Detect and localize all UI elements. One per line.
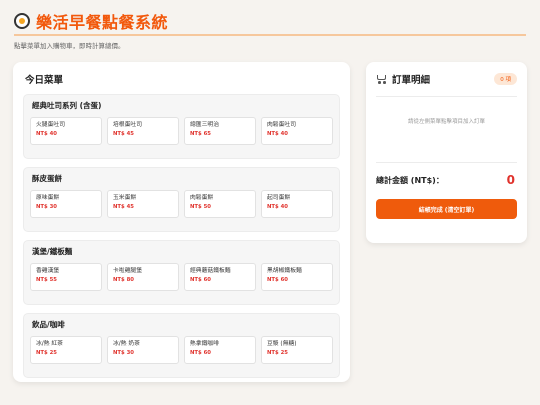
category-items: 原味蛋餅 NT$ 30 玉米蛋餅 NT$ 45 肉鬆蛋餅 NT$ 50 起司蛋餅… xyxy=(30,190,333,218)
menu-item-name: 冰/熱 紅茶 xyxy=(36,341,63,347)
menu-item-name: 黑胡椒鐵板麵 xyxy=(267,268,302,274)
menu-item[interactable]: 火腿蛋吐司 NT$ 40 xyxy=(30,117,102,145)
menu-item-name: 肉鬆蛋餅 xyxy=(190,195,214,201)
menu-item-name: 總匯三明治 xyxy=(190,122,219,128)
item-count-badge: 0 項 xyxy=(494,73,517,85)
menu-item-name: 熱拿鐵咖啡 xyxy=(190,341,219,347)
menu-item-price: NT$ 40 xyxy=(267,130,288,137)
menu-item[interactable]: 起司蛋餅 NT$ 40 xyxy=(261,190,333,218)
menu-item-price: NT$ 25 xyxy=(267,349,288,356)
total-value: 0 xyxy=(506,173,515,187)
title-row: 樂活早餐點餐系統 xyxy=(14,10,526,32)
order-title: 訂單明細 xyxy=(392,75,431,86)
page-header: 樂活早餐點餐系統 點擊菜單加入購物車，即時計算總價。 xyxy=(14,10,526,50)
order-title-wrap: 訂單明細 xyxy=(376,72,430,86)
app-title: 樂活早餐點餐系統 xyxy=(36,13,169,32)
menu-item-price: NT$ 60 xyxy=(190,349,211,356)
menu-item[interactable]: 總匯三明治 NT$ 65 xyxy=(184,117,256,145)
menu-panel: 今日菜單 經典吐司系列 (含蛋) 火腿蛋吐司 NT$ 40 培根蛋吐司 NT$ … xyxy=(13,62,350,382)
menu-item-name: 培根蛋吐司 xyxy=(113,122,142,128)
menu-item-price: NT$ 60 xyxy=(267,276,288,283)
header-divider xyxy=(14,34,526,36)
menu-item[interactable]: 黑胡椒鐵板麵 NT$ 60 xyxy=(261,263,333,291)
menu-title: 今日菜單 xyxy=(25,75,64,86)
menu-category: 漢堡/鐵板麵 香雞漢堡 NT$ 55 卡啦雞腿堡 NT$ 80 經典蘑菇鐵板麵 … xyxy=(23,240,340,305)
menu-item[interactable]: 經典蘑菇鐵板麵 NT$ 60 xyxy=(184,263,256,291)
menu-item-name: 原味蛋餅 xyxy=(36,195,60,201)
category-items: 香雞漢堡 NT$ 55 卡啦雞腿堡 NT$ 80 經典蘑菇鐵板麵 NT$ 60 … xyxy=(30,263,333,291)
category-items: 火腿蛋吐司 NT$ 40 培根蛋吐司 NT$ 45 總匯三明治 NT$ 65 肉… xyxy=(30,117,333,145)
menu-item-price: NT$ 50 xyxy=(190,203,211,210)
menu-category: 酥皮蛋餅 原味蛋餅 NT$ 30 玉米蛋餅 NT$ 45 肉鬆蛋餅 NT$ 50… xyxy=(23,167,340,232)
menu-category: 經典吐司系列 (含蛋) 火腿蛋吐司 NT$ 40 培根蛋吐司 NT$ 45 總匯… xyxy=(23,94,340,159)
menu-category: 飲品/咖啡 冰/熱 紅茶 NT$ 25 冰/熱 奶茶 NT$ 30 熱拿鐵咖啡 … xyxy=(23,313,340,378)
menu-item[interactable]: 玉米蛋餅 NT$ 45 xyxy=(107,190,179,218)
menu-item[interactable]: 肉鬆蛋餅 NT$ 50 xyxy=(184,190,256,218)
category-name: 經典吐司系列 (含蛋) xyxy=(32,101,102,110)
menu-item-price: NT$ 30 xyxy=(113,349,134,356)
total-label: 總計金額 (NT$)： xyxy=(376,175,444,185)
menu-item-price: NT$ 30 xyxy=(36,203,57,210)
menu-item-price: NT$ 40 xyxy=(267,203,288,210)
app-subtitle: 點擊菜單加入購物車，即時計算總價。 xyxy=(14,42,125,50)
order-panel: 訂單明細 0 項 請從左側菜單點擊項目加入訂單 總計金額 (NT$)： 0 結帳… xyxy=(366,62,527,243)
checkout-button[interactable]: 結帳完成 (清空訂單) xyxy=(376,199,517,219)
order-header: 訂單明細 0 項 xyxy=(376,72,517,86)
category-name: 酥皮蛋餅 xyxy=(32,174,62,183)
menu-item-price: NT$ 80 xyxy=(113,276,134,283)
menu-item[interactable]: 冰/熱 紅茶 NT$ 25 xyxy=(30,336,102,364)
menu-item[interactable]: 豆漿 (無糖) NT$ 25 xyxy=(261,336,333,364)
menu-item[interactable]: 冰/熱 奶茶 NT$ 30 xyxy=(107,336,179,364)
menu-item-name: 火腿蛋吐司 xyxy=(36,122,65,128)
menu-item-price: NT$ 55 xyxy=(36,276,57,283)
menu-item-price: NT$ 40 xyxy=(36,130,57,137)
empty-order-message: 請從左側菜單點擊項目加入訂單 xyxy=(407,119,485,125)
cart-icon xyxy=(376,74,387,84)
menu-item-name: 起司蛋餅 xyxy=(267,195,291,201)
menu-item[interactable]: 卡啦雞腿堡 NT$ 80 xyxy=(107,263,179,291)
menu-item[interactable]: 香雞漢堡 NT$ 55 xyxy=(30,263,102,291)
menu-item[interactable]: 熱拿鐵咖啡 NT$ 60 xyxy=(184,336,256,364)
menu-item[interactable]: 原味蛋餅 NT$ 30 xyxy=(30,190,102,218)
menu-item-name: 香雞漢堡 xyxy=(36,268,60,274)
order-divider xyxy=(376,96,517,97)
category-name: 飲品/咖啡 xyxy=(32,320,65,329)
menu-item-name: 豆漿 (無糖) xyxy=(267,341,297,347)
menu-item-price: NT$ 25 xyxy=(36,349,57,356)
category-name: 漢堡/鐵板麵 xyxy=(32,247,73,256)
menu-item-name: 卡啦雞腿堡 xyxy=(113,268,142,274)
menu-item-name: 冰/熱 奶茶 xyxy=(113,341,140,347)
menu-item-price: NT$ 65 xyxy=(190,130,211,137)
frying-pan-egg-icon xyxy=(14,13,30,29)
menu-item-price: NT$ 45 xyxy=(113,203,134,210)
menu-item-name: 肉鬆蛋吐司 xyxy=(267,122,296,128)
menu-item-name: 玉米蛋餅 xyxy=(113,195,137,201)
category-items: 冰/熱 紅茶 NT$ 25 冰/熱 奶茶 NT$ 30 熱拿鐵咖啡 NT$ 60… xyxy=(30,336,333,364)
menu-item-name: 經典蘑菇鐵板麵 xyxy=(190,268,231,274)
menu-item-price: NT$ 60 xyxy=(190,276,211,283)
menu-item-price: NT$ 45 xyxy=(113,130,134,137)
menu-item[interactable]: 肉鬆蛋吐司 NT$ 40 xyxy=(261,117,333,145)
total-row: 總計金額 (NT$)： 0 xyxy=(376,162,517,187)
menu-item[interactable]: 培根蛋吐司 NT$ 45 xyxy=(107,117,179,145)
